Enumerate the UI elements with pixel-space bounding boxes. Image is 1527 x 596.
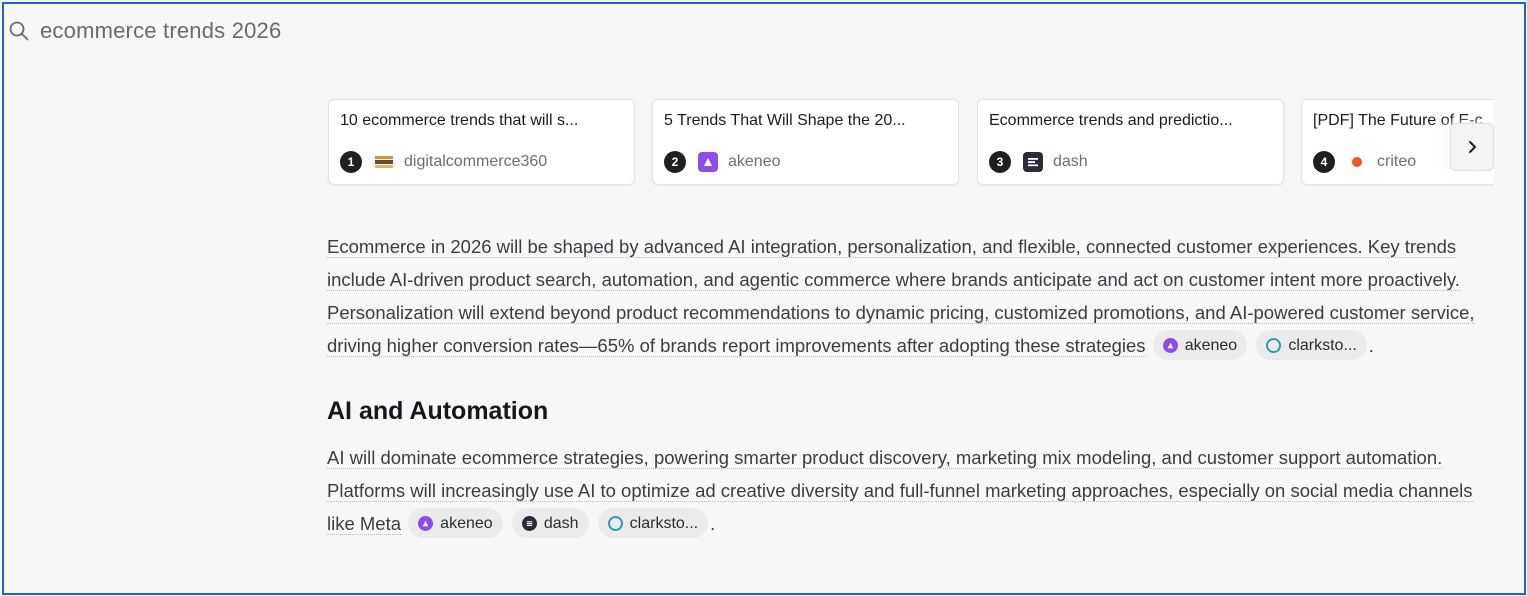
- citation-chip[interactable]: akeneo: [1152, 330, 1248, 361]
- source-card[interactable]: 10 ecommerce trends that will s... 1 dig…: [328, 99, 635, 185]
- source-name: dash: [1053, 153, 1088, 170]
- sentence-end: .: [1368, 335, 1374, 356]
- browser-frame: ecommerce trends 2026 10 ecommerce trend…: [2, 2, 1526, 595]
- source-card[interactable]: 5 Trends That Will Shape the 20... 2 ake…: [652, 99, 959, 185]
- citation-label: clarksto...: [1288, 336, 1357, 354]
- source-title: Ecommerce trends and predictio...: [989, 112, 1233, 129]
- carousel-next-button[interactable]: [1450, 123, 1494, 171]
- citation-label: akeneo: [1184, 336, 1238, 354]
- dash-icon: [1023, 152, 1043, 172]
- citation-label: dash: [543, 514, 579, 532]
- source-name: digitalcommerce360: [404, 153, 548, 170]
- source-name: criteo: [1377, 153, 1417, 170]
- dash-icon: [521, 515, 537, 531]
- akeneo-icon: [698, 152, 718, 172]
- source-number: 2: [664, 151, 686, 173]
- section-paragraph: AI will dominate ecommerce strategies, p…: [327, 441, 1497, 540]
- source-number: 1: [340, 151, 362, 173]
- citation-chip[interactable]: dash: [511, 508, 589, 539]
- citation-label: clarksto...: [629, 514, 699, 532]
- source-title: 5 Trends That Will Shape the 20...: [664, 112, 906, 129]
- sources-carousel: 10 ecommerce trends that will s... 1 dig…: [327, 97, 1494, 189]
- source-number: 3: [989, 151, 1011, 173]
- clarkston-icon: [607, 515, 623, 531]
- source-number: 4: [1313, 151, 1335, 173]
- search-query[interactable]: ecommerce trends 2026: [40, 18, 281, 44]
- citation-chip[interactable]: clarksto...: [1256, 330, 1367, 361]
- source-title: 10 ecommerce trends that will s...: [340, 112, 579, 129]
- sentence-end: .: [710, 513, 716, 535]
- section-heading: AI and Automation: [327, 397, 549, 426]
- akeneo-icon: [418, 515, 434, 531]
- source-name: akeneo: [728, 153, 781, 170]
- source-card[interactable]: Ecommerce trends and predictio... 3 dash: [977, 99, 1284, 185]
- digitalcommerce360-icon: [374, 152, 394, 172]
- citation-chip[interactable]: akeneo: [408, 508, 503, 539]
- answer-body: Ecommerce in 2026 will be shaped by adva…: [327, 230, 1497, 540]
- search-icon: [9, 21, 29, 41]
- akeneo-icon: [1162, 337, 1178, 353]
- chevron-right-icon: [1469, 141, 1476, 153]
- search-bar[interactable]: ecommerce trends 2026: [8, 18, 281, 44]
- citation-chip[interactable]: clarksto...: [597, 508, 709, 539]
- clarkston-icon: [1266, 337, 1282, 353]
- answer-intro: Ecommerce in 2026 will be shaped by adva…: [327, 230, 1497, 362]
- citation-label: akeneo: [440, 514, 493, 532]
- criteo-icon: [1347, 152, 1367, 172]
